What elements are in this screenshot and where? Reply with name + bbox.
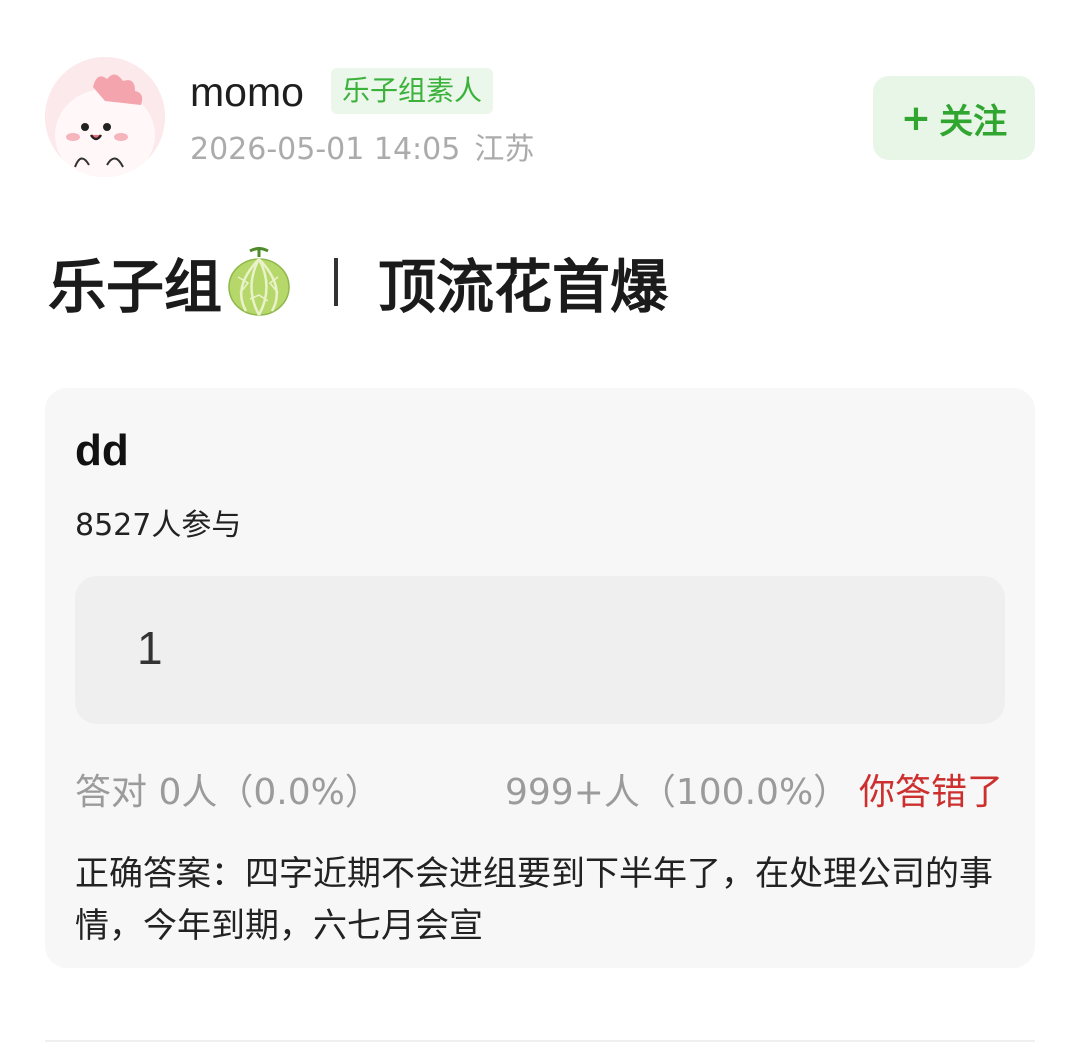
wrong-stat: 999+人（100.0%） <box>505 772 850 813</box>
follow-button[interactable]: + 关注 <box>873 76 1035 160</box>
bottom-divider <box>45 1040 1035 1042</box>
quiz-option[interactable]: 1 <box>75 576 1005 724</box>
quiz-card: dd 8527人参与 1 答对 0人（0.0%） 999+人（100.0%） 你… <box>45 388 1035 968</box>
participant-count: 8527人参与 <box>75 508 242 543</box>
post-title: 乐子组 顶流花首爆 <box>48 246 668 321</box>
post-location: 江苏 <box>474 132 535 167</box>
post-title-right: 顶流花首爆 <box>378 253 669 321</box>
post-title-left: 乐子组 <box>48 253 223 321</box>
username[interactable]: momo <box>190 68 304 116</box>
post-meta: 2026-05-01 14:05 江苏 <box>190 130 534 170</box>
correct-stat: 答对 0人（0.0%） <box>75 772 381 813</box>
correct-answer: 正确答案：四字近期不会进组要到下半年了，在处理公司的事情，今年到期，六七月会宣 <box>75 854 993 946</box>
quiz-title: dd <box>75 426 129 475</box>
avatar[interactable] <box>45 57 165 177</box>
group-badge: 乐子组素人 <box>331 68 494 114</box>
quiz-option-label: 1 <box>137 622 163 674</box>
title-separator <box>334 258 339 306</box>
follow-label: 关注 <box>939 101 1008 142</box>
quiz-stats: 答对 0人（0.0%） 999+人（100.0%） 你答错了 <box>75 770 1005 816</box>
post-page: momo 乐子组素人 2026-05-01 14:05 江苏 + 关注 乐子组 顶… <box>0 0 1080 1054</box>
melon-icon <box>228 247 290 316</box>
post-timestamp: 2026-05-01 14:05 <box>190 132 461 167</box>
plus-icon: + <box>900 97 932 139</box>
result-verdict: 你答错了 <box>858 772 1003 813</box>
avatar-illustration <box>45 57 165 177</box>
